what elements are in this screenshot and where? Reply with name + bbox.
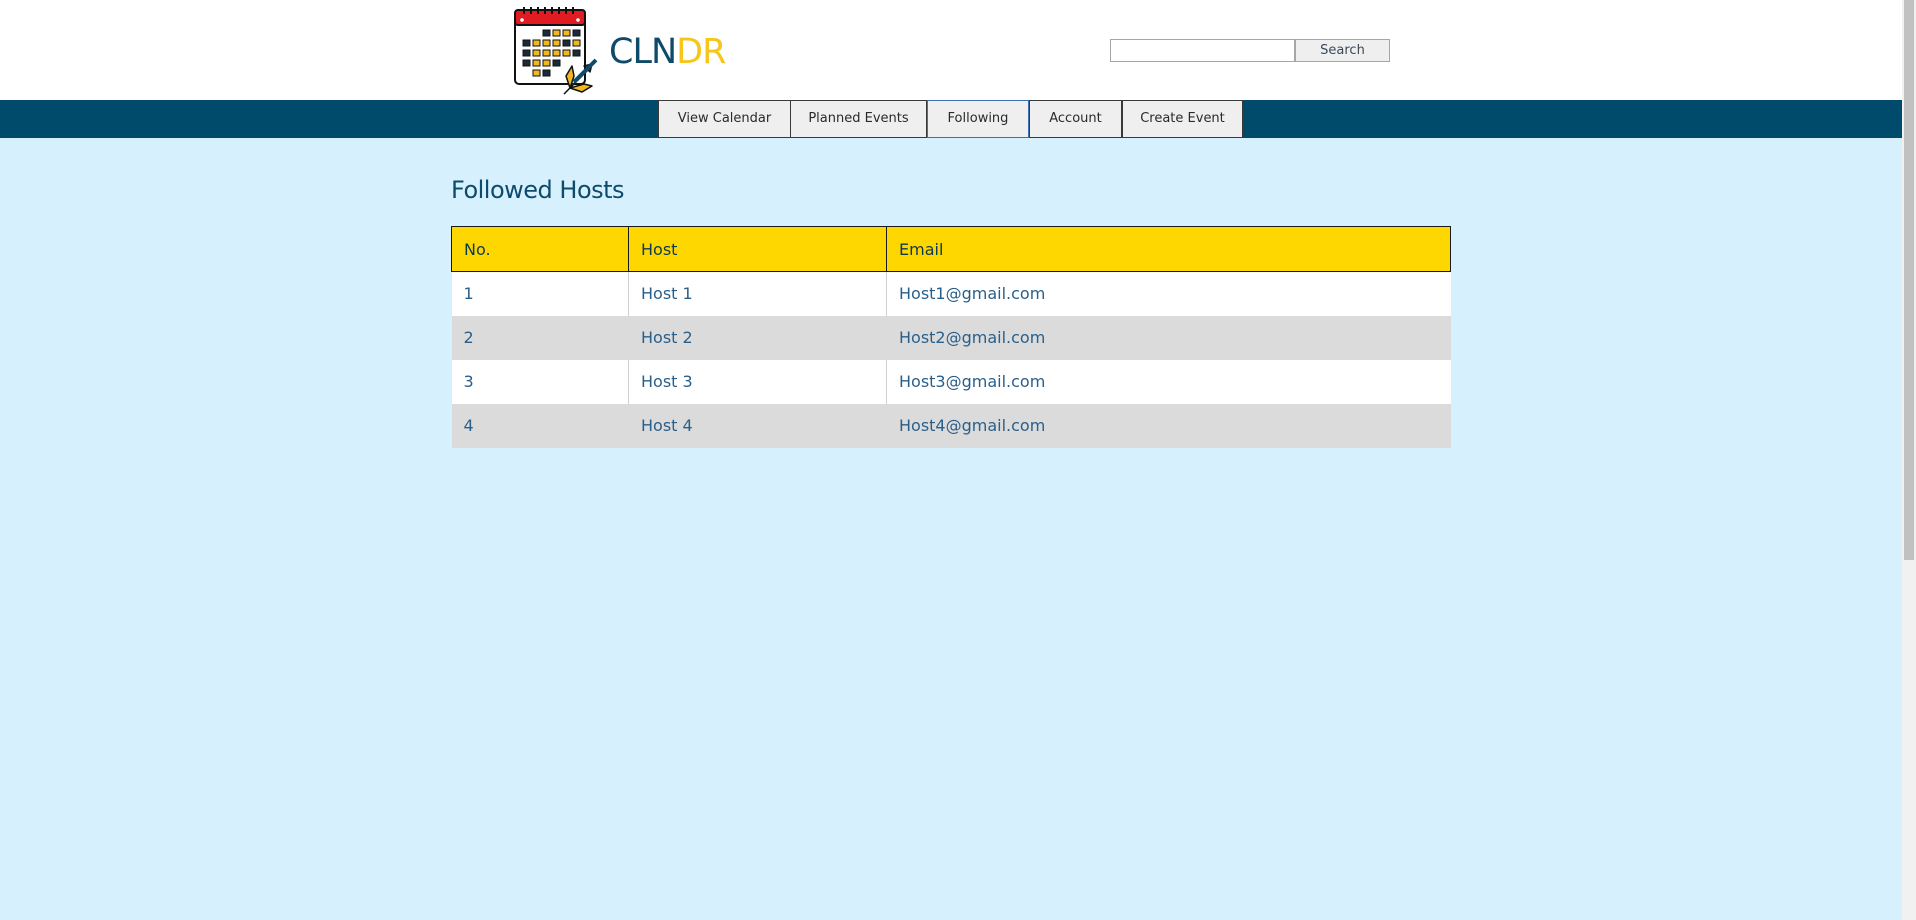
page-title: Followed Hosts: [451, 176, 625, 204]
host-name: Host 2: [628, 315, 887, 360]
nav-create-event[interactable]: Create Event: [1122, 100, 1243, 138]
host-name: Host 4: [628, 403, 887, 448]
host-email: Host3@gmail.com: [886, 359, 1451, 404]
table-header-row: No. Host Email: [451, 226, 1451, 272]
host-number: 4: [451, 403, 629, 448]
nav-account[interactable]: Account: [1029, 100, 1122, 138]
logo-text-cln: CLN: [609, 32, 677, 72]
followed-hosts-table: No. Host Email 1 Host 1 Host1@gmail.com …: [451, 226, 1451, 448]
host-number: 1: [451, 271, 629, 316]
site-logo[interactable]: CLNDR: [512, 6, 726, 98]
site-header: CLNDR Search: [0, 0, 1902, 100]
search-input[interactable]: [1110, 39, 1295, 62]
host-name: Host 1: [628, 271, 887, 316]
host-number: 2: [451, 315, 629, 360]
calendar-trident-icon: [514, 7, 598, 95]
nav-planned-events[interactable]: Planned Events: [790, 100, 927, 138]
nav-view-calendar[interactable]: View Calendar: [658, 100, 791, 138]
scrollbar-thumb[interactable]: [1904, 0, 1914, 560]
search-button[interactable]: Search: [1295, 39, 1390, 62]
table-row: 3 Host 3 Host3@gmail.com: [451, 359, 1451, 404]
table-row: 2 Host 2 Host2@gmail.com: [451, 315, 1451, 360]
table-row: 1 Host 1 Host1@gmail.com: [451, 271, 1451, 316]
host-email: Host4@gmail.com: [886, 403, 1451, 448]
host-email: Host1@gmail.com: [886, 271, 1451, 316]
column-header-number: No.: [451, 226, 629, 272]
logo-wordmark: CLNDR: [609, 32, 726, 72]
column-header-email: Email: [886, 226, 1451, 272]
logo-text-dr: DR: [676, 32, 726, 72]
vertical-scrollbar[interactable]: [1902, 0, 1916, 920]
host-number: 3: [451, 359, 629, 404]
nav-following[interactable]: Following: [927, 100, 1029, 138]
column-header-host: Host: [628, 226, 887, 272]
table-row: 4 Host 4 Host4@gmail.com: [451, 403, 1451, 448]
host-name: Host 3: [628, 359, 887, 404]
host-email: Host2@gmail.com: [886, 315, 1451, 360]
